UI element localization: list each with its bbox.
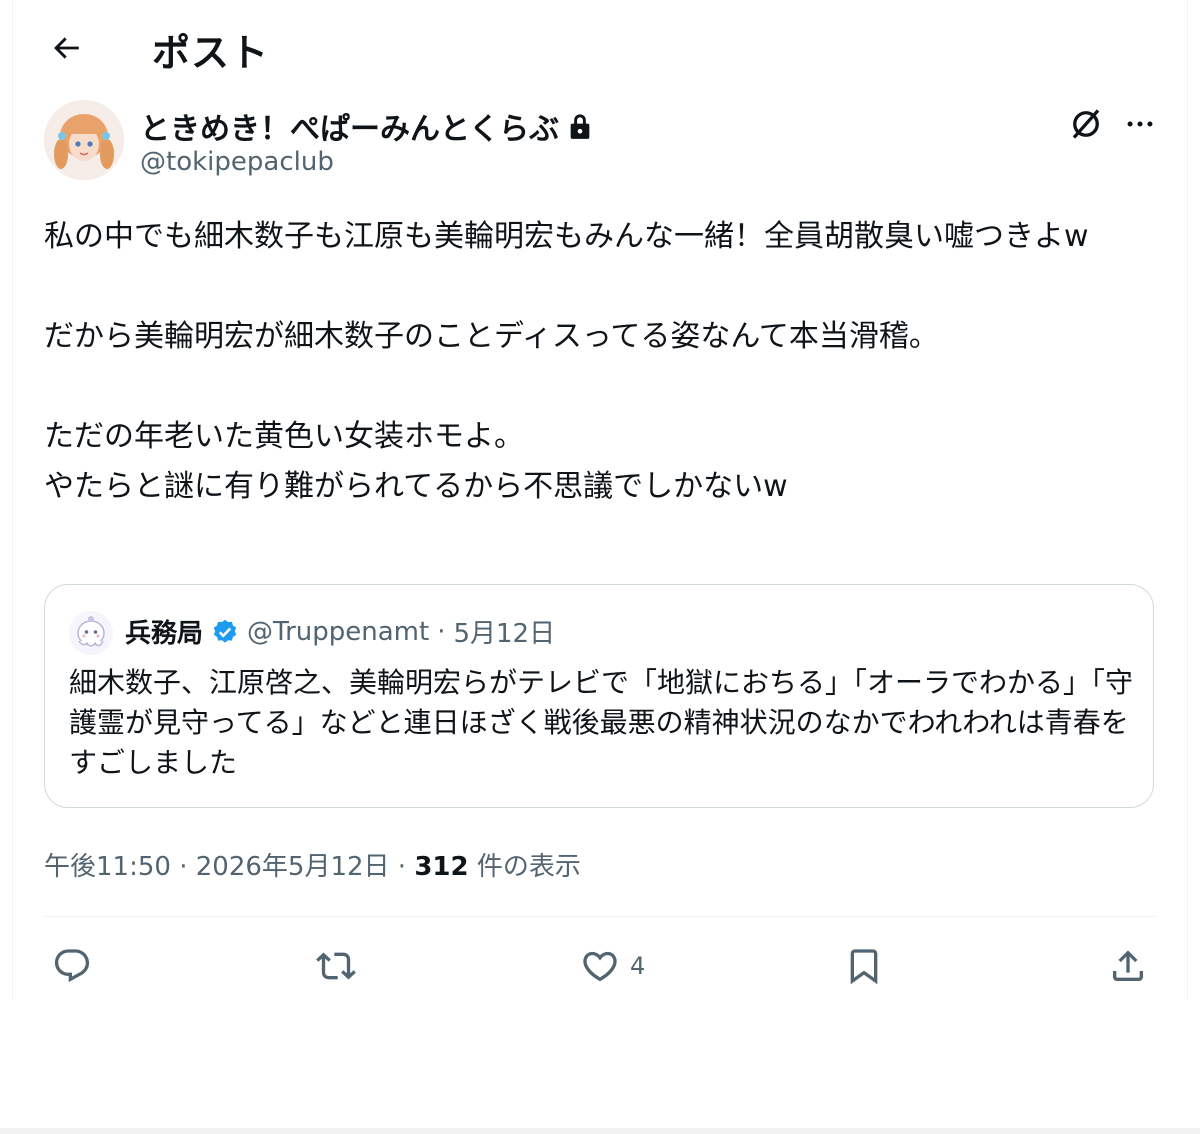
lock-icon [570, 114, 590, 139]
post-detail-page: ポスト ときめき！ぺぱーみんとくらぶ @tokipepaclub 私の中でも細木… [0, 0, 1200, 1134]
post-metadata: 午後11:50 · 2026年5月12日 · 312 件の表示 [44, 846, 581, 883]
post-line: やたらと謎に有り難がられてるから不思議でしかないw [44, 469, 788, 504]
author-display-name[interactable]: ときめき！ぺぱーみんとくらぶ [140, 104, 593, 148]
grok-icon [1072, 109, 1100, 139]
verified-badge-icon [213, 619, 237, 643]
display-name-text: ときめき！ぺぱーみんとくらぶ [140, 112, 560, 147]
column-border-left [12, 0, 13, 1000]
post-time[interactable]: 午後11:50 [44, 852, 171, 882]
post-text: 私の中でも細木数子も江原も美輪明宏もみんな一緒！全員胡散臭い嘘つきよw だから美… [44, 212, 1154, 512]
view-count-label: 件の表示 [476, 852, 581, 882]
like-count: 4 [630, 952, 646, 980]
meta-separator: · [397, 852, 407, 882]
author-handle[interactable]: @tokipepaclub [140, 147, 334, 177]
divider [44, 916, 1156, 917]
quoted-avatar [69, 611, 113, 655]
reply-button[interactable] [52, 940, 92, 992]
arrow-left-icon [54, 37, 79, 59]
share-button[interactable] [1108, 940, 1148, 992]
more-options-button[interactable] [1118, 102, 1162, 146]
like-button[interactable]: 4 [580, 940, 645, 992]
column-border-right [1187, 0, 1188, 1000]
heart-icon [583, 951, 617, 982]
quoted-handle[interactable]: @Truppenamt [247, 617, 429, 647]
quoted-post-card[interactable]: 兵務局 @Truppenamt · 5月12日 細木数子、江原啓之、美輪明宏らが… [44, 584, 1154, 808]
quoted-date[interactable]: 5月12日 [453, 613, 555, 650]
grok-button[interactable] [1064, 102, 1108, 146]
post-date[interactable]: 2026年5月12日 [196, 852, 390, 882]
reply-icon [54, 949, 90, 983]
post-line: 私の中でも細木数子も江原も美輪明宏もみんな一緒！全員胡散臭い嘘つきよw [44, 219, 1089, 254]
quoted-header: 兵務局 @Truppenamt · 5月12日 [125, 613, 555, 650]
bookmark-icon [850, 949, 878, 985]
view-count: 312 [414, 852, 469, 882]
bottom-divider [0, 1128, 1200, 1134]
meta-separator: · [179, 852, 188, 882]
repost-icon [316, 952, 356, 980]
post-line: だから美輪明宏が細木数子のことディスってる姿なんて本当滑稽。 [44, 319, 939, 354]
doll-avatar-image [44, 100, 124, 180]
quoted-text: 細木数子、江原啓之、美輪明宏らがテレビで「地獄におちる」「オーラでわかる」「守護… [69, 666, 1134, 779]
avatar[interactable] [44, 100, 124, 180]
more-horizontal-icon [1127, 121, 1153, 127]
share-icon [1113, 950, 1143, 981]
page-title: ポスト [152, 31, 270, 75]
ghost-avatar-image [69, 611, 113, 655]
meta-separator: · [437, 616, 446, 647]
post-line: ただの年老いた黄色い女装ホモよ。 [44, 419, 524, 454]
back-button[interactable] [44, 26, 88, 70]
quoted-display-name[interactable]: 兵務局 [125, 613, 203, 650]
repost-button[interactable] [316, 940, 356, 992]
bookmark-button[interactable] [844, 940, 884, 992]
